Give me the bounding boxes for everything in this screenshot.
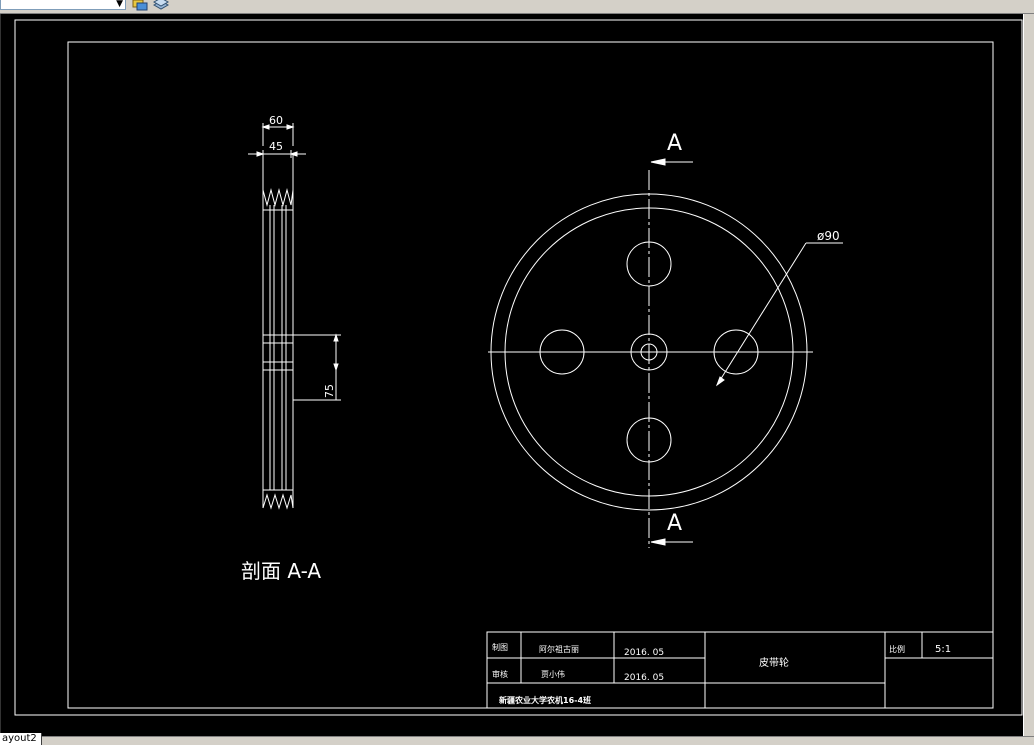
part-name: 皮带轮 <box>759 656 789 669</box>
section-view <box>248 123 341 510</box>
tab-layout2[interactable]: ayout2 <box>0 733 42 745</box>
scale-value: 5:1 <box>935 644 951 655</box>
inner-drawing-frame <box>67 41 994 709</box>
drawn-name: 阿尔祖古丽 <box>539 644 579 654</box>
school-name: 新疆农业大学农机16-4班 <box>499 695 591 705</box>
layout-tab-label: ayout2 <box>2 733 37 744</box>
front-view <box>488 158 843 548</box>
outer-sheet-border <box>14 19 1023 716</box>
dim-hub-length: 75 <box>323 384 336 398</box>
dim-overall-width: 60 <box>269 114 283 127</box>
section-label: 剖面 A-A <box>241 559 321 583</box>
checked-name: 贾小伟 <box>541 669 565 679</box>
dim-diameter: ø90 <box>817 229 840 243</box>
section-marker-top: A <box>667 131 682 156</box>
drawn-date: 2016. 05 <box>624 648 664 658</box>
scale-label: 比例 <box>889 644 905 654</box>
vertical-scrollbar[interactable] <box>1023 14 1034 736</box>
drawing-canvas[interactable]: 60 45 75 剖面 A-A A A ø90 制图 阿尔祖古丽 2016. 0… <box>0 14 1024 736</box>
layer-combo[interactable]: ▼ <box>0 0 126 10</box>
layer-previous-icon[interactable] <box>152 0 170 12</box>
chevron-down-icon[interactable]: ▼ <box>116 0 123 9</box>
checked-date: 2016. 05 <box>624 673 664 683</box>
section-marker-bottom: A <box>667 511 682 536</box>
drawn-label: 制图 <box>492 642 508 652</box>
dim-groove-width: 45 <box>269 140 283 153</box>
layout-tabs-bar: ayout2 <box>0 733 1034 745</box>
toolbar: ▼ <box>0 0 1034 14</box>
layer-states-icon[interactable] <box>131 0 149 12</box>
checked-label: 审核 <box>492 669 508 679</box>
